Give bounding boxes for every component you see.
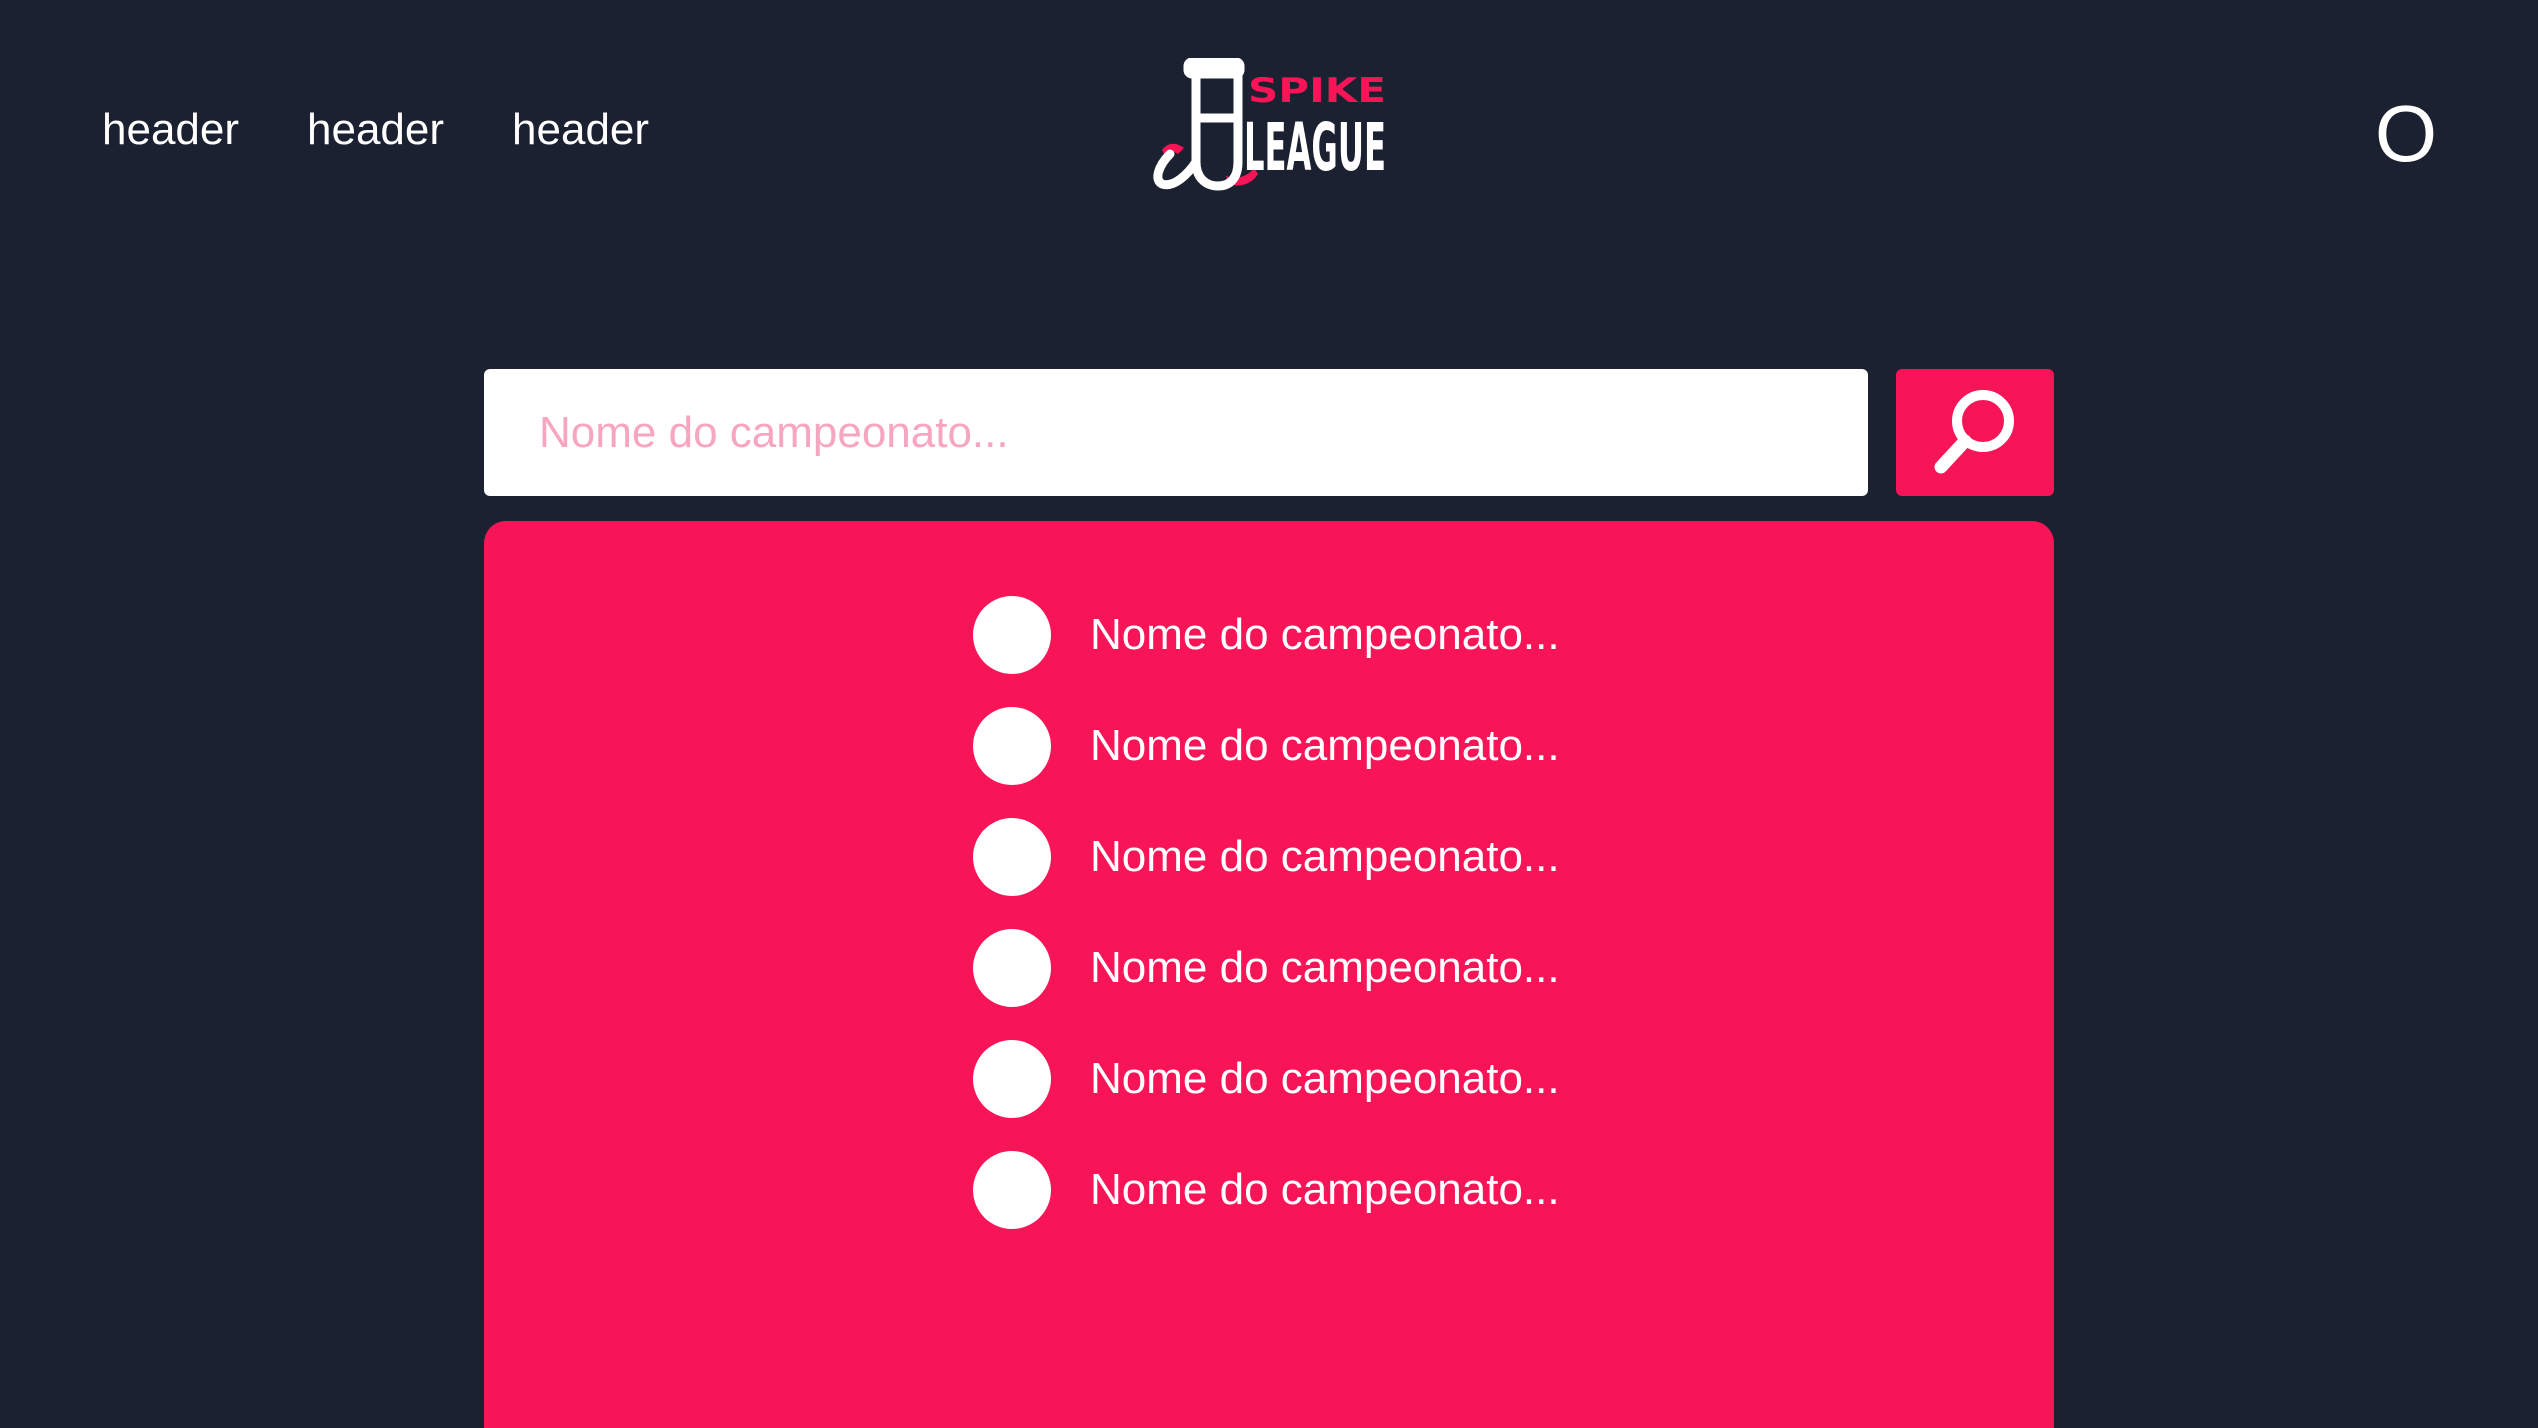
championship-avatar (973, 707, 1051, 785)
result-item[interactable]: Nome do campeonato... (973, 596, 1560, 674)
page: header header header SPIKE LEAGUE O Nome (0, 0, 2538, 1428)
result-item[interactable]: Nome do campeonato... (973, 1151, 1560, 1229)
result-item[interactable]: Nome do campeonato... (973, 707, 1560, 785)
result-item[interactable]: Nome do campeonato... (973, 1040, 1560, 1118)
result-label: Nome do campeonato... (1090, 832, 1560, 881)
championship-avatar (973, 1151, 1051, 1229)
header-nav: header header header (102, 98, 717, 162)
user-circle-icon[interactable]: O (2374, 94, 2438, 174)
result-label: Nome do campeonato... (1090, 943, 1560, 992)
search-button[interactable] (1896, 369, 2054, 496)
result-label: Nome do campeonato... (1090, 1165, 1560, 1214)
result-label: Nome do campeonato... (1090, 610, 1560, 659)
spike-league-logo[interactable]: SPIKE LEAGUE (1148, 58, 1392, 198)
result-label: Nome do campeonato... (1090, 1054, 1560, 1103)
results-list: Nome do campeonato... Nome do campeonato… (973, 596, 1560, 1262)
nav-link-1[interactable]: header (102, 98, 239, 162)
result-label: Nome do campeonato... (1090, 721, 1560, 770)
trophy-logo-icon (1153, 58, 1245, 191)
result-item[interactable]: Nome do campeonato... (973, 929, 1560, 1007)
search-icon (1934, 389, 2014, 473)
nav-link-2[interactable]: header (307, 98, 444, 162)
championship-avatar (973, 1040, 1051, 1118)
nav-link-3[interactable]: header (512, 98, 649, 162)
championship-avatar (973, 596, 1051, 674)
championship-avatar (973, 929, 1051, 1007)
result-item[interactable]: Nome do campeonato... (973, 818, 1560, 896)
championship-avatar (973, 818, 1051, 896)
logo-text-league: LEAGUE (1244, 109, 1386, 186)
search-input[interactable] (484, 369, 1868, 496)
results-panel: Nome do campeonato... Nome do campeonato… (484, 521, 2054, 1428)
logo-text-spike: SPIKE (1248, 71, 1386, 111)
